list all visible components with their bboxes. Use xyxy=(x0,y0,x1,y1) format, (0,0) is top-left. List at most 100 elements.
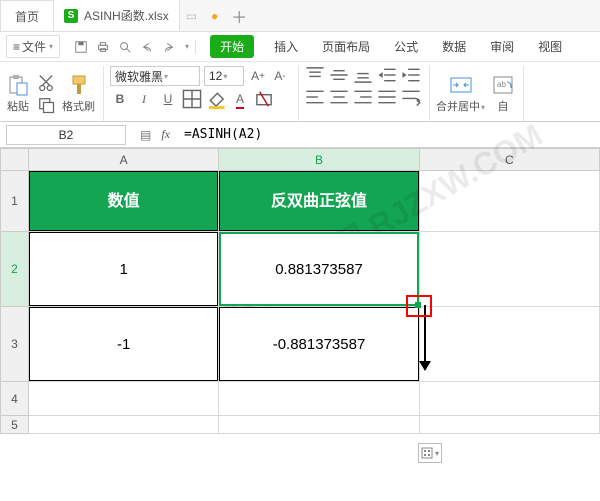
merge-label: 合并居中▾ xyxy=(436,98,485,114)
cell-C5[interactable] xyxy=(419,416,599,434)
ribbon-group-merge: 合并居中▾ ab 自 xyxy=(436,66,524,121)
cell-A1[interactable]: 数值 xyxy=(29,171,219,232)
cell-A5[interactable] xyxy=(29,416,219,434)
value-b2: 0.881373587 xyxy=(219,232,418,306)
wrap-icon: ab xyxy=(491,74,515,96)
tab-workbook[interactable]: S ASINH函数.xlsx xyxy=(54,0,180,31)
chevron-down-icon: ▾ xyxy=(164,72,168,81)
ribbon-tab-data[interactable]: 数据 xyxy=(432,35,476,58)
cell-A3[interactable]: -1 xyxy=(29,307,219,382)
increase-indent-icon[interactable] xyxy=(401,66,421,84)
cell-B2[interactable]: 0.881373587 xyxy=(219,232,419,307)
cell-B5[interactable] xyxy=(219,416,419,434)
align-top-icon[interactable] xyxy=(305,66,325,84)
save-icon[interactable] xyxy=(74,40,88,54)
svg-text:ab: ab xyxy=(497,80,506,89)
formula-input[interactable]: =ASINH(A2) xyxy=(178,122,600,147)
fx-icon[interactable]: fx xyxy=(161,127,170,142)
col-header-C[interactable]: C xyxy=(419,149,599,171)
cell-B3[interactable]: -0.881373587 xyxy=(219,307,419,382)
fx-dropdown-icon[interactable]: ▤ xyxy=(140,128,151,142)
spreadsheet-file-icon: S xyxy=(64,9,78,23)
clear-format-icon[interactable] xyxy=(254,90,274,108)
qat-more-icon[interactable]: ▾ xyxy=(185,42,189,51)
paste-label: 粘贴 xyxy=(7,98,29,114)
wrap-text-icon[interactable] xyxy=(401,88,421,106)
font-color-button[interactable]: A xyxy=(230,90,250,108)
decrease-indent-icon[interactable] xyxy=(377,66,397,84)
file-menu-button[interactable]: ≡ 文件▾ xyxy=(6,35,60,58)
paste-button[interactable]: 粘贴 xyxy=(6,74,30,114)
format-painter-button[interactable]: 格式刷 xyxy=(62,74,95,114)
align-left-icon[interactable] xyxy=(305,88,325,106)
font-name-select[interactable]: 微软雅黑▾ xyxy=(110,66,200,86)
ribbon-group-font: 微软雅黑▾ 12▾ A+ A- B I U A xyxy=(110,66,299,121)
align-center-icon[interactable] xyxy=(329,88,349,106)
underline-button[interactable]: U xyxy=(158,90,178,108)
fx-buttons: ▤ fx xyxy=(132,127,178,142)
select-all-corner[interactable] xyxy=(1,149,29,171)
font-name-value: 微软雅黑 xyxy=(115,68,163,85)
decrease-font-icon[interactable]: A- xyxy=(270,67,290,85)
cell-B1[interactable]: 反双曲正弦值 xyxy=(219,171,419,232)
col-header-B[interactable]: B xyxy=(219,149,419,171)
value-a3: -1 xyxy=(29,307,218,381)
ribbon-tab-insert[interactable]: 插入 xyxy=(264,35,308,58)
quick-access-toolbar: ▾ xyxy=(68,40,196,54)
cell-B4[interactable] xyxy=(219,382,419,416)
increase-font-icon[interactable]: A+ xyxy=(248,67,268,85)
ribbon: 粘贴 格式刷 微软雅黑▾ 12▾ A+ A- B xyxy=(0,62,600,122)
redo-icon[interactable] xyxy=(162,40,176,54)
row-header-4[interactable]: 4 xyxy=(1,382,29,416)
col-header-A[interactable]: A xyxy=(29,149,219,171)
auto-wrap-button[interactable]: ab 自 xyxy=(491,74,515,114)
cut-icon[interactable] xyxy=(36,74,56,92)
paste-icon xyxy=(6,74,30,96)
cell-A4[interactable] xyxy=(29,382,219,416)
menu-bar: ≡ 文件▾ ▾ 开始 插入 页面布局 公式 数据 审阅 视图 xyxy=(0,32,600,62)
tab-home[interactable]: 首页 xyxy=(0,0,54,31)
align-middle-icon[interactable] xyxy=(329,66,349,84)
format-painter-label: 格式刷 xyxy=(62,98,95,114)
tab-menu-icon[interactable]: ▭ xyxy=(186,9,197,23)
header-numeric: 数值 xyxy=(29,171,218,231)
print-preview-icon[interactable] xyxy=(118,40,132,54)
undo-icon[interactable] xyxy=(140,40,154,54)
ribbon-tab-layout[interactable]: 页面布局 xyxy=(312,35,380,58)
ribbon-tab-view[interactable]: 视图 xyxy=(528,35,572,58)
tab-add-button[interactable]: ＋ xyxy=(228,5,250,27)
align-justify-icon[interactable] xyxy=(377,88,397,106)
print-icon[interactable] xyxy=(96,40,110,54)
border-button[interactable] xyxy=(182,90,202,108)
name-box[interactable]: B2 xyxy=(6,125,126,145)
ribbon-group-clipboard: 粘贴 格式刷 xyxy=(6,66,104,121)
align-bottom-icon[interactable] xyxy=(353,66,373,84)
ribbon-tab-start[interactable]: 开始 xyxy=(210,35,254,58)
fill-color-button[interactable] xyxy=(206,90,226,108)
ribbon-tab-review[interactable]: 审阅 xyxy=(480,35,524,58)
ribbon-group-align xyxy=(305,66,430,121)
italic-button[interactable]: I xyxy=(134,90,154,108)
copy-icon[interactable] xyxy=(36,96,56,114)
tab-modified-dot-icon: ● xyxy=(211,9,218,23)
merge-center-button[interactable]: 合并居中▾ xyxy=(436,74,485,114)
cell-A2[interactable]: 1 xyxy=(29,232,219,307)
value-a2: 1 xyxy=(29,232,218,306)
autofill-options-button[interactable] xyxy=(418,443,442,463)
cell-C1[interactable] xyxy=(419,171,599,232)
ribbon-tab-formula[interactable]: 公式 xyxy=(384,35,428,58)
tab-controls: ▭ ● xyxy=(186,9,219,23)
bold-button[interactable]: B xyxy=(110,90,130,108)
row-header-2[interactable]: 2 xyxy=(1,232,29,307)
row-header-5[interactable]: 5 xyxy=(1,416,29,434)
align-right-icon[interactable] xyxy=(353,88,373,106)
chevron-down-icon: ▾ xyxy=(223,72,227,81)
spreadsheet: 软件自学网 RJZXW.COM A B C 1 数值 反双曲正弦值 2 1 0.… xyxy=(0,148,600,434)
row-header-1[interactable]: 1 xyxy=(1,171,29,232)
cell-C2[interactable] xyxy=(419,232,599,307)
font-size-value: 12 xyxy=(209,69,222,83)
cell-C3[interactable] xyxy=(419,307,599,382)
cell-C4[interactable] xyxy=(419,382,599,416)
font-size-select[interactable]: 12▾ xyxy=(204,66,244,86)
row-header-3[interactable]: 3 xyxy=(1,307,29,382)
